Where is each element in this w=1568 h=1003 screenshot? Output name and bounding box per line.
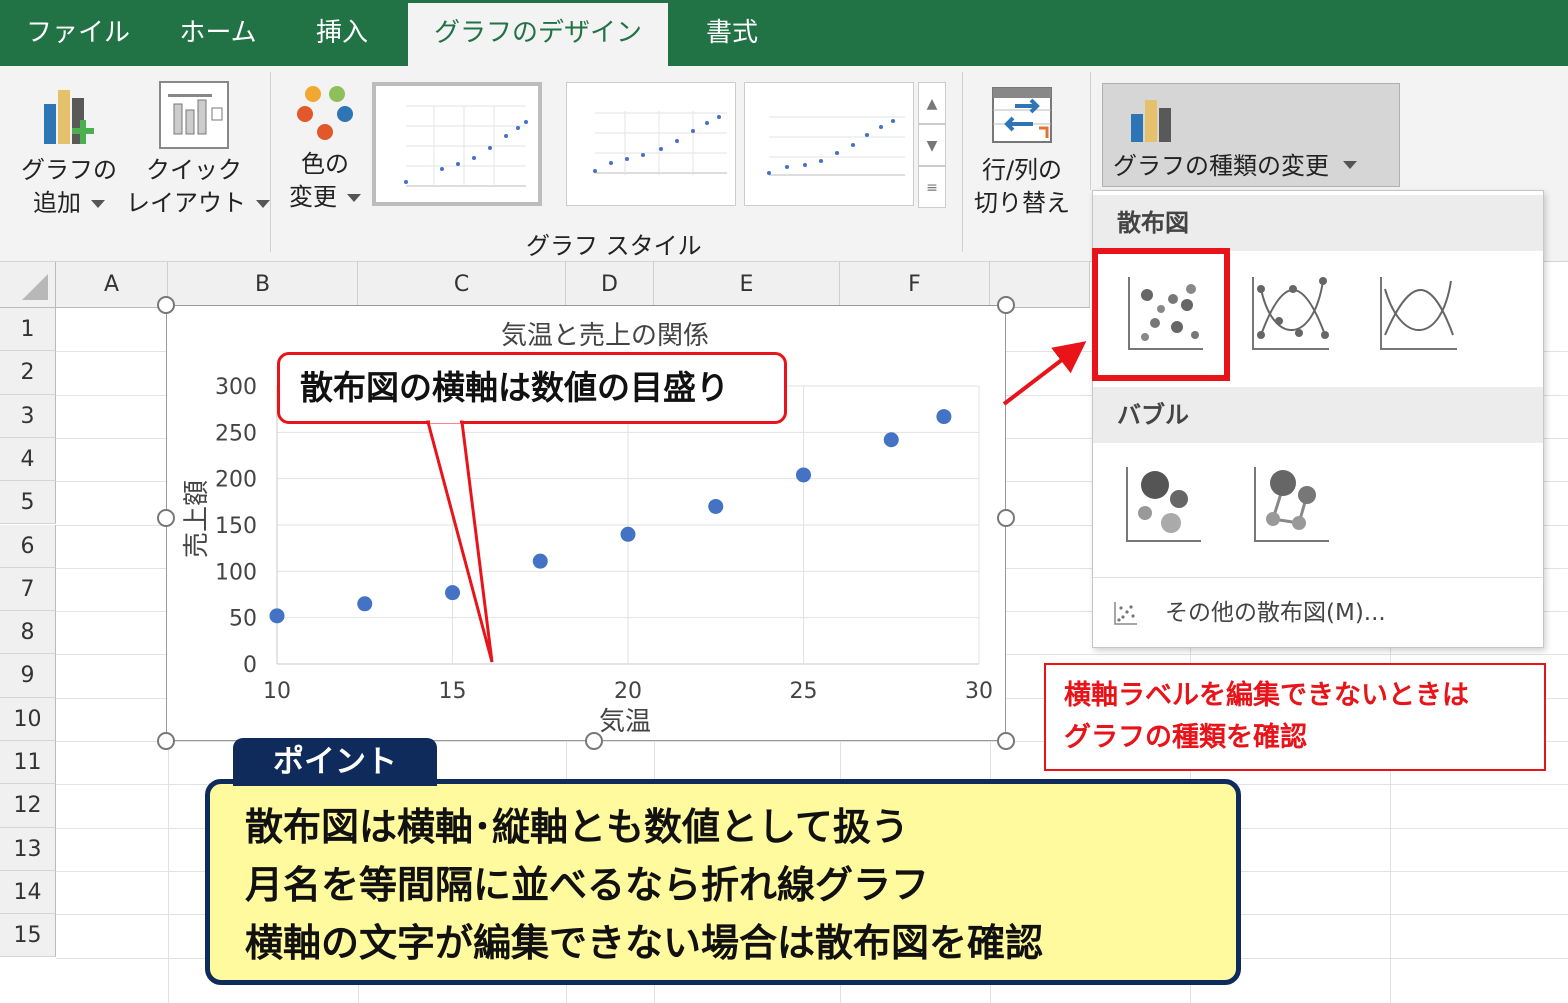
bubble-section-header: バブル <box>1093 387 1543 443</box>
chart-type-note: 横軸ラベルを編集できないときは グラフの種類を確認 <box>1044 663 1546 771</box>
scatter-section-header: 散布図 <box>1093 195 1543 251</box>
scatter-smooth-lines-option[interactable] <box>1371 265 1467 361</box>
point-tag: ポイント <box>233 738 437 786</box>
point-line: 散布図は横軸･縦軸とも数値として扱う <box>245 805 909 849</box>
bubble-option[interactable] <box>1115 457 1211 553</box>
more-scatter-charts-option[interactable]: その他の散布図(M)... <box>1093 577 1543 647</box>
bubble-icon <box>1126 467 1201 542</box>
point-line: 月名を等間隔に並べるなら折れ線グラフ <box>245 863 930 907</box>
scatter-smooth-lines-icon <box>1380 277 1457 350</box>
scatter-smooth-lines-markers-option[interactable] <box>1243 265 1339 361</box>
bubble-3d-icon <box>1254 467 1329 542</box>
scatter-small-icon <box>1114 602 1137 625</box>
scatter-highlight-box <box>1092 248 1230 381</box>
scatter-smooth-markers-icon <box>1252 277 1329 350</box>
point-line: 横軸の文字が編集できない場合は散布図を確認 <box>245 921 1044 965</box>
bubble-3d-option[interactable] <box>1243 457 1339 553</box>
point-summary-box: 散布図は横軸･縦軸とも数値として扱う 月名を等間隔に並べるなら折れ線グラフ 横軸… <box>205 779 1241 985</box>
